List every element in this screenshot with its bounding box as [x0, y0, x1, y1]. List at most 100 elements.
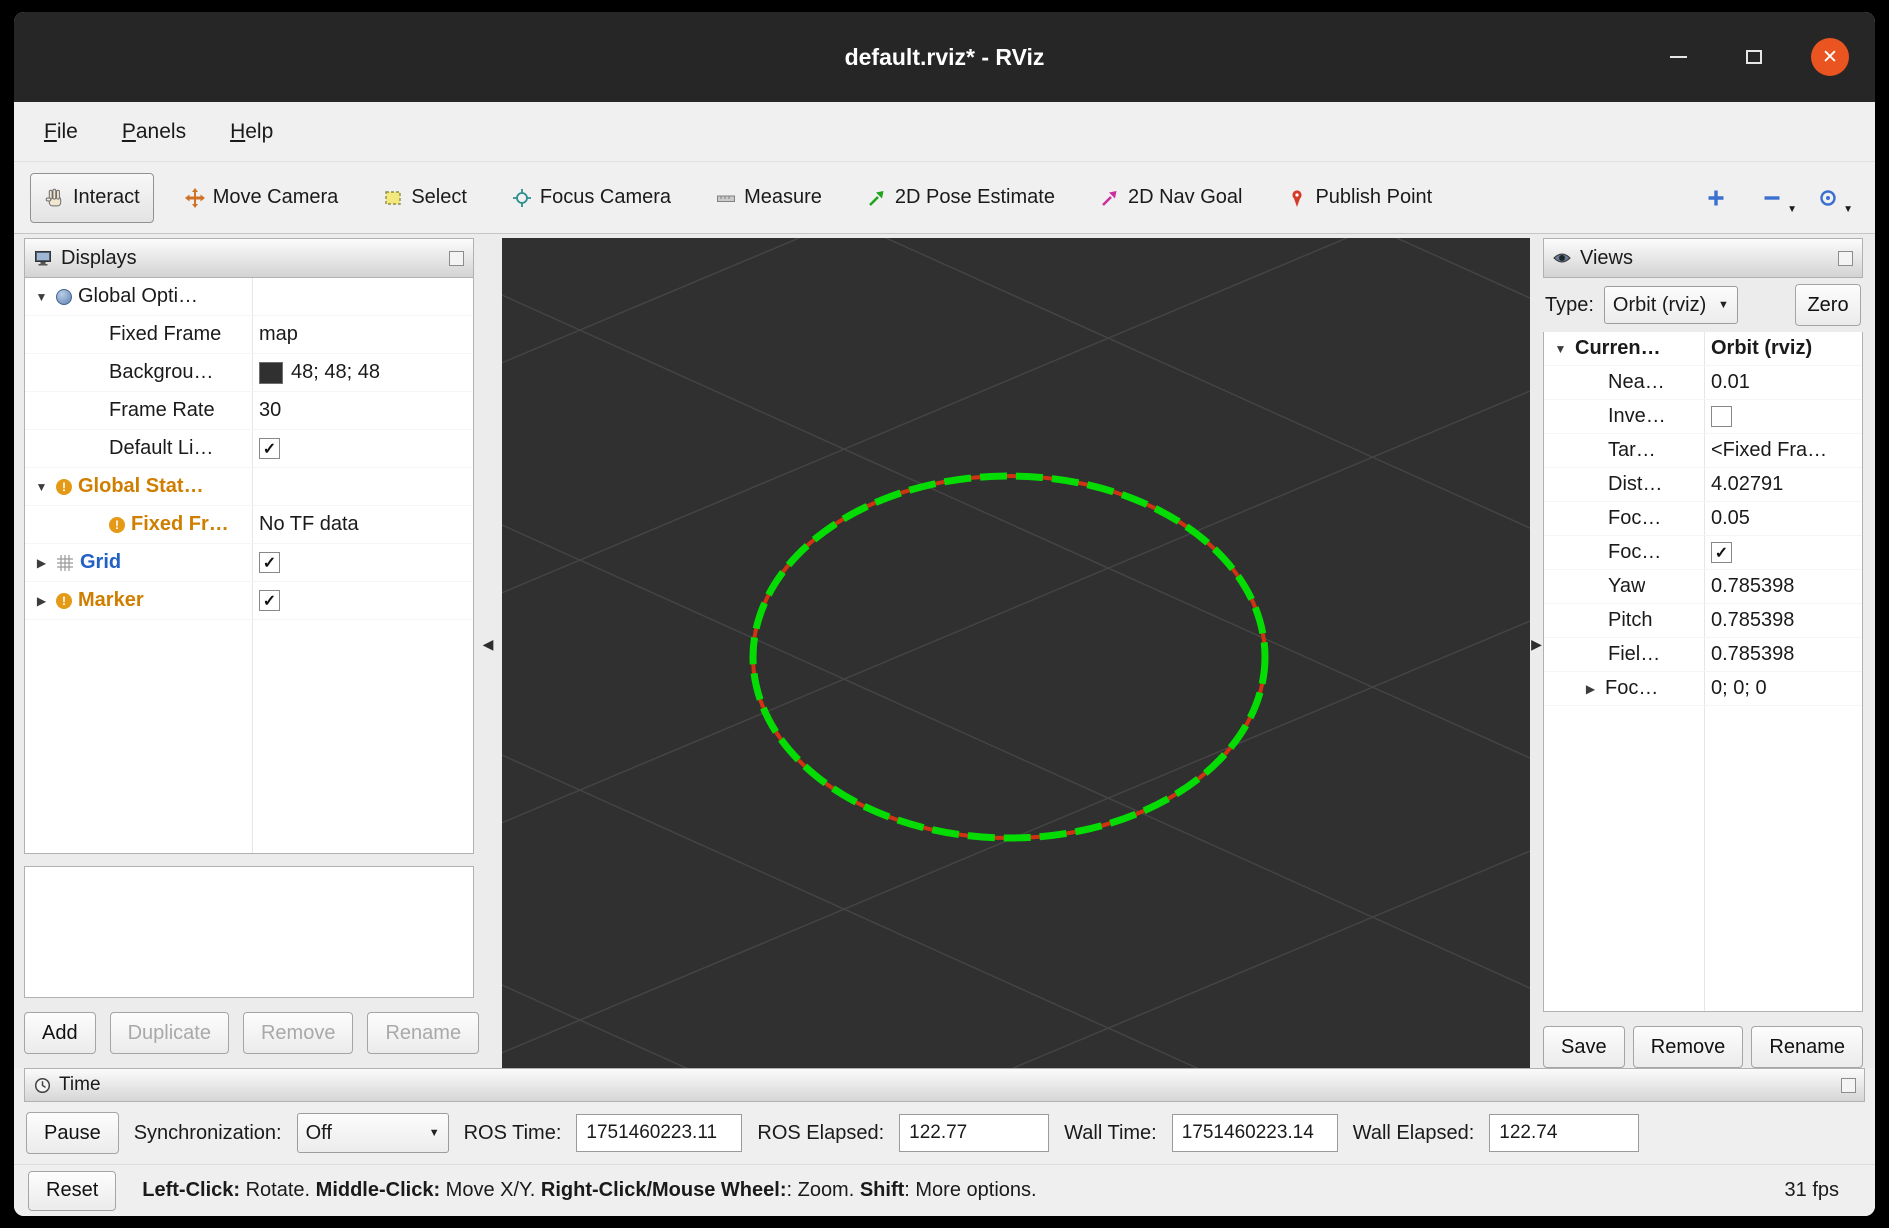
save-button[interactable]: Save: [1543, 1026, 1625, 1068]
render-viewport-3d[interactable]: [502, 238, 1530, 1068]
type-label: Type:: [1545, 294, 1594, 317]
synchronization-select[interactable]: Off ▼: [297, 1113, 449, 1153]
property-value[interactable]: map: [259, 323, 298, 346]
chevron-down-icon[interactable]: ▼: [1787, 204, 1797, 215]
splitter-right[interactable]: ▶: [1530, 238, 1543, 1068]
tree-row-grid[interactable]: ▶ Grid ✓: [25, 544, 473, 582]
tool-focus-camera[interactable]: Focus Camera: [497, 173, 685, 223]
tool-publish-point[interactable]: Publish Point: [1272, 173, 1446, 223]
displays-panel: Displays ▼ Global Opti… Fixed Frame map: [24, 238, 474, 1068]
panel-float-button[interactable]: [449, 251, 464, 266]
add-button[interactable]: Add: [24, 1012, 96, 1054]
ros-elapsed-label: ROS Elapsed:: [757, 1122, 884, 1145]
view-row-invert-z[interactable]: Inve… ✓: [1544, 400, 1862, 434]
time-panel-header[interactable]: Time: [24, 1068, 1865, 1102]
tool-2d-pose-estimate[interactable]: 2D Pose Estimate: [852, 173, 1069, 223]
checkbox-checked[interactable]: ✓: [1711, 542, 1732, 563]
collapse-left-icon[interactable]: ◀: [483, 636, 494, 653]
property-value[interactable]: 0.785398: [1711, 643, 1794, 666]
tree-row-marker[interactable]: ▶ ! Marker ✓: [25, 582, 473, 620]
add-tool-button[interactable]: [1703, 183, 1729, 213]
view-row-focal-shape-size[interactable]: Foc… 0.05: [1544, 502, 1862, 536]
view-row-pitch[interactable]: Pitch 0.785398: [1544, 604, 1862, 638]
zero-button[interactable]: Zero: [1795, 284, 1861, 326]
splitter-left[interactable]: ◀: [474, 238, 502, 1068]
wall-elapsed-field[interactable]: 122.74: [1489, 1114, 1639, 1152]
property-label: Fixed Frame: [109, 323, 221, 346]
tool-move-camera[interactable]: Move Camera: [170, 173, 353, 223]
color-swatch[interactable]: [259, 362, 283, 384]
checkbox-checked[interactable]: ✓: [259, 590, 280, 611]
menu-file[interactable]: File: [44, 120, 78, 144]
view-row-near-clip[interactable]: Nea… 0.01: [1544, 366, 1862, 400]
remove-tool-button[interactable]: ▼: [1759, 183, 1785, 213]
view-row-yaw[interactable]: Yaw 0.785398: [1544, 570, 1862, 604]
property-value[interactable]: 30: [259, 399, 281, 422]
pause-button[interactable]: Pause: [26, 1112, 119, 1154]
property-label: Inve…: [1608, 405, 1666, 428]
tool-label: 2D Nav Goal: [1128, 186, 1243, 209]
tool-interact[interactable]: Interact: [30, 173, 154, 223]
chevron-right-icon[interactable]: ▶: [33, 594, 50, 608]
warning-icon: !: [109, 517, 125, 533]
property-value[interactable]: <Fixed Fra…: [1711, 439, 1827, 462]
tool-measure[interactable]: Measure: [701, 173, 836, 223]
tool-select[interactable]: Select: [368, 173, 481, 223]
checkbox-checked[interactable]: ✓: [259, 438, 280, 459]
toolbar-right-group: ▼ ▼: [1703, 183, 1859, 213]
tool-options-button[interactable]: ▼: [1815, 183, 1841, 213]
property-value[interactable]: 48; 48; 48: [291, 361, 380, 384]
collapse-right-icon[interactable]: ▶: [1531, 636, 1542, 653]
menu-panels[interactable]: Panels: [122, 120, 186, 144]
wall-time-field[interactable]: 1751460223.14: [1172, 1114, 1338, 1152]
close-button[interactable]: ✕: [1811, 38, 1849, 76]
tree-row-fixed-frame[interactable]: Fixed Frame map: [25, 316, 473, 354]
panel-float-button[interactable]: [1841, 1078, 1856, 1093]
view-row-current[interactable]: ▼ Curren… Orbit (rviz): [1544, 332, 1862, 366]
displays-panel-header[interactable]: Displays: [24, 238, 474, 278]
chevron-down-icon[interactable]: ▼: [33, 480, 50, 494]
tree-row-fixed-frame-status[interactable]: ! Fixed Fr… No TF data: [25, 506, 473, 544]
focus-crosshair-icon: [511, 187, 533, 209]
reset-button[interactable]: Reset: [28, 1171, 116, 1211]
property-value[interactable]: 0.785398: [1711, 609, 1794, 632]
menu-help[interactable]: Help: [230, 120, 273, 144]
panel-float-button[interactable]: [1838, 251, 1853, 266]
view-row-target-frame[interactable]: Tar… <Fixed Fra…: [1544, 434, 1862, 468]
property-value[interactable]: 0.01: [1711, 371, 1750, 394]
view-row-field-of-view[interactable]: Fiel… 0.785398: [1544, 638, 1862, 672]
tree-row-default-light[interactable]: Default Li… ✓: [25, 430, 473, 468]
property-value[interactable]: 4.02791: [1711, 473, 1783, 496]
property-value[interactable]: 0.785398: [1711, 575, 1794, 598]
tree-row-background-color[interactable]: Backgrou… 48; 48; 48: [25, 354, 473, 392]
minimize-button[interactable]: [1659, 38, 1697, 76]
tree-row-global-status[interactable]: ▼ ! Global Stat…: [25, 468, 473, 506]
tree-row-frame-rate[interactable]: Frame Rate 30: [25, 392, 473, 430]
chevron-right-icon[interactable]: ▶: [1582, 682, 1599, 696]
views-panel-header[interactable]: Views: [1543, 238, 1863, 278]
view-row-focal-shape-fixed[interactable]: Foc… ✓: [1544, 536, 1862, 570]
views-panel: Views Type: Orbit (rviz) ▼ Zero ▼ Curren…: [1543, 238, 1863, 1068]
chevron-down-icon[interactable]: ▼: [1843, 204, 1853, 215]
checkbox-unchecked[interactable]: ✓: [1711, 406, 1732, 427]
rename-view-button[interactable]: Rename: [1751, 1026, 1863, 1068]
move-camera-icon: [184, 187, 206, 209]
view-row-focal-point[interactable]: ▶ Foc… 0; 0; 0: [1544, 672, 1862, 706]
view-row-distance[interactable]: Dist… 4.02791: [1544, 468, 1862, 502]
property-value[interactable]: 0.05: [1711, 507, 1750, 530]
chevron-right-icon[interactable]: ▶: [33, 556, 50, 570]
property-value: Orbit (rviz): [1711, 337, 1812, 360]
property-label: Grid: [80, 551, 121, 574]
property-value[interactable]: 0; 0; 0: [1711, 677, 1767, 700]
ros-time-field[interactable]: 1751460223.11: [576, 1114, 742, 1152]
maximize-button[interactable]: [1735, 38, 1773, 76]
ros-elapsed-field[interactable]: 122.77: [899, 1114, 1049, 1152]
tree-row-global-options[interactable]: ▼ Global Opti…: [25, 278, 473, 316]
chevron-down-icon[interactable]: ▼: [33, 290, 50, 304]
remove-view-button[interactable]: Remove: [1633, 1026, 1743, 1068]
checkbox-checked[interactable]: ✓: [259, 552, 280, 573]
view-type-select[interactable]: Orbit (rviz) ▼: [1604, 286, 1738, 324]
chevron-down-icon[interactable]: ▼: [1552, 342, 1569, 356]
tool-2d-nav-goal[interactable]: 2D Nav Goal: [1085, 173, 1257, 223]
titlebar[interactable]: default.rviz* - RViz ✕: [14, 12, 1875, 102]
